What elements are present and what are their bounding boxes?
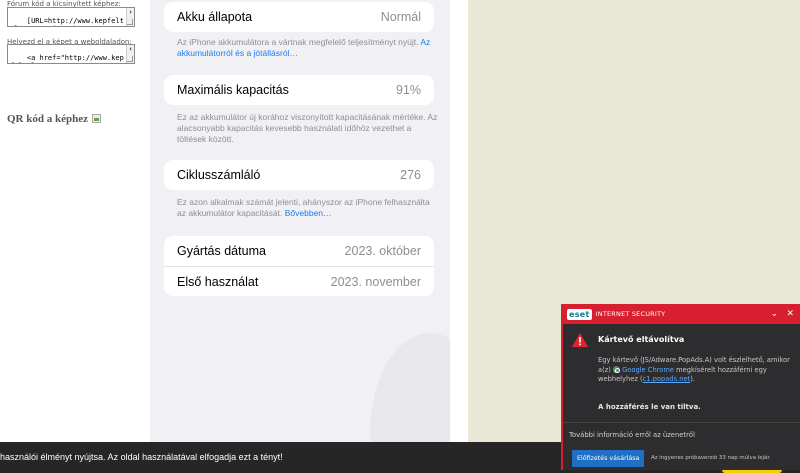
page-gutter xyxy=(450,0,468,473)
divider xyxy=(563,422,800,423)
eset-header: eset INTERNET SECURITY ⌄ ✕ xyxy=(563,304,800,324)
max-capacity-value: 91% xyxy=(395,83,421,97)
eset-notification: eset INTERNET SECURITY ⌄ ✕ Kártevő eltáv… xyxy=(561,304,800,470)
cycle-count-value: 276 xyxy=(400,168,421,182)
max-capacity-title: Maximális kapacitás xyxy=(177,83,289,97)
eset-title: Kártevő eltávolítva xyxy=(598,335,685,344)
cycle-count-card: Ciklusszámláló 276 xyxy=(164,160,434,190)
battery-status-row: Akku állapota Normál xyxy=(164,2,434,32)
close-icon[interactable]: ✕ xyxy=(786,308,794,320)
eset-message-part: ). xyxy=(690,375,695,383)
dates-card: Gyártás dátuma 2023. október Első haszná… xyxy=(164,236,434,296)
broken-image-icon xyxy=(91,114,101,123)
trial-expiry-text: Az ingyenes próbaverzió 33 nap múlva lej… xyxy=(651,455,771,461)
cookie-notice-text: használói élményt nyújtsa. Az oldal hasz… xyxy=(0,452,283,462)
forum-code-text: [URL=http://www.kepfeltoltes.eu/view.php… xyxy=(10,17,124,26)
more-info-link[interactable]: További információ erről az üzenetről xyxy=(569,431,695,439)
max-capacity-row: Maximális kapacitás 91% xyxy=(164,75,434,105)
left-panel: Fórum kód a kicsinyített képhez: [URL=ht… xyxy=(0,0,150,473)
chrome-icon xyxy=(612,365,620,373)
battery-status-desc-text: Az iPhone akkumulátora a vártnak megfele… xyxy=(177,37,419,47)
manufacture-date-title: Gyártás dátuma xyxy=(177,244,266,258)
chevron-down-icon[interactable]: ⌄ xyxy=(770,308,778,320)
manufacture-date-value: 2023. október xyxy=(344,244,421,258)
resize-grip-icon[interactable] xyxy=(127,19,133,25)
first-use-value: 2023. november xyxy=(330,274,421,289)
battery-status-value: Normál xyxy=(380,10,421,24)
eset-product-name: INTERNET SECURITY xyxy=(595,310,666,318)
first-use-title: Első használat xyxy=(177,274,259,289)
access-denied-text: A hozzáférés le van tiltva. xyxy=(598,403,701,411)
forum-code-textarea[interactable]: [URL=http://www.kepfeltoltes.eu/view.php… xyxy=(7,7,135,27)
manufacture-date-row: Gyártás dátuma 2023. október xyxy=(164,236,434,266)
blocked-site-link[interactable]: c1.popads.net xyxy=(643,375,691,383)
max-capacity-description: Ez az akkumulátor új korához viszonyítot… xyxy=(177,112,438,144)
learn-more-link[interactable]: Bővebben… xyxy=(285,208,332,218)
max-capacity-card: Maximális kapacitás 91% xyxy=(164,75,434,105)
battery-status-description: Az iPhone akkumulátora a vártnak megfele… xyxy=(177,37,439,59)
cycle-count-row: Ciklusszámláló 276 xyxy=(164,160,434,190)
embed-code-text: <a href="http://www.kepfeltol xyxy=(10,54,124,63)
cycle-count-description: Ez azon alkalmak számát jelenti, ahánysz… xyxy=(177,197,439,219)
subscribe-button[interactable]: Előfizetés vásárlása xyxy=(572,450,645,467)
qr-heading-text: QR kód a képhez xyxy=(7,113,88,125)
browser-name: Google Chrome xyxy=(622,365,675,374)
eset-logo: eset xyxy=(567,308,592,320)
cycle-count-title: Ciklusszámláló xyxy=(177,168,261,182)
qr-heading: QR kód a képhez xyxy=(7,113,101,125)
warning-icon xyxy=(572,333,588,347)
battery-health-screenshot: Akku állapota Normál Az iPhone akkumulát… xyxy=(150,0,450,473)
battery-status-card: Akku állapota Normál xyxy=(164,2,434,32)
resize-grip-icon[interactable] xyxy=(127,56,133,62)
embed-code-textarea[interactable]: <a href="http://www.kepfeltol ⬍ xyxy=(7,44,135,64)
eset-message: Egy kártevő (JS/Adware.PopAds.A) volt és… xyxy=(598,356,794,385)
first-use-row: Első használat 2023. november xyxy=(164,266,434,296)
battery-status-title: Akku állapota xyxy=(177,10,253,24)
